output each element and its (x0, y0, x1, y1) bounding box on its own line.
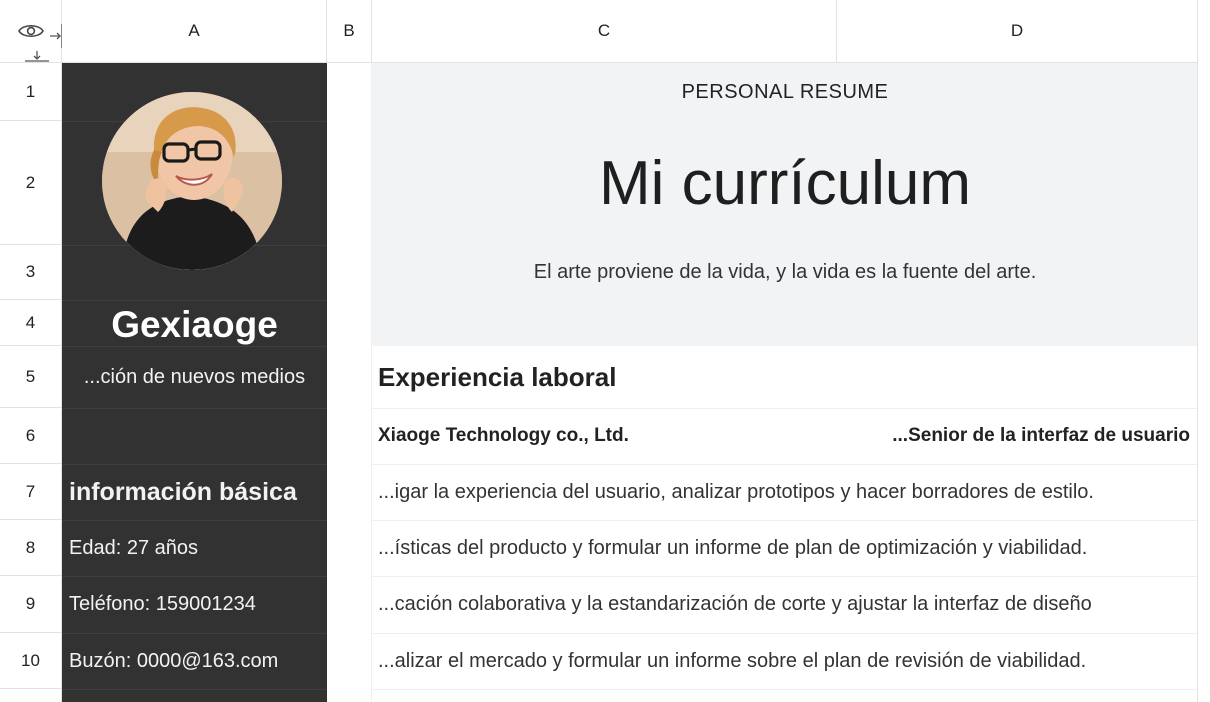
row-header-1[interactable]: 1 (0, 63, 62, 121)
basic-info-age[interactable]: Edad: 27 años (62, 520, 327, 576)
row-header-5[interactable]: 5 (0, 346, 62, 408)
row-header-2[interactable]: 2 (0, 121, 62, 245)
sheet-right-margin (1198, 0, 1210, 702)
basic-info-email[interactable]: Buzón: 0000@163.com (62, 633, 327, 689)
row-header-9[interactable]: 9 (0, 576, 62, 633)
experience-item[interactable]: ...ísticas del producto y formular un in… (378, 520, 1190, 576)
eye-icon[interactable] (18, 22, 44, 40)
column-header-d[interactable]: D (837, 0, 1198, 63)
column-b-cells[interactable] (327, 63, 372, 702)
column-header-c[interactable]: C (372, 0, 837, 63)
job-position[interactable]: ...Senior de la interfaz de usuario (830, 408, 1190, 464)
experience-item[interactable]: ...cación colaborativa y la estandarizac… (378, 576, 1190, 633)
resume-quote[interactable]: El arte proviene de la vida, y la vida e… (372, 245, 1198, 300)
row-header-7[interactable]: 7 (0, 464, 62, 520)
experience-title[interactable]: Experiencia laboral (378, 346, 1190, 408)
grid-line (62, 408, 327, 409)
profile-role[interactable]: ...ción de nuevos medios (62, 346, 327, 408)
profile-photo[interactable] (102, 92, 282, 270)
row-header-8[interactable]: 8 (0, 520, 62, 576)
experience-item[interactable]: ...igar la experiencia del usuario, anal… (378, 464, 1190, 520)
grid-line (372, 689, 1198, 690)
row-header-4[interactable]: 4 (0, 300, 62, 346)
grid-line (1197, 0, 1198, 702)
resume-label[interactable]: PERSONAL RESUME (372, 63, 1198, 121)
basic-info-title[interactable]: información básica (62, 464, 327, 520)
resume-heading[interactable]: Mi currículum (372, 121, 1198, 245)
column-header-b[interactable]: B (327, 0, 372, 63)
experience-item[interactable]: ...alizar el mercado y formular un infor… (378, 633, 1190, 689)
row-header-3[interactable]: 3 (0, 245, 62, 300)
row-header-11[interactable] (0, 689, 62, 702)
basic-info-phone[interactable]: Teléfono: 159001234 (62, 576, 327, 633)
profile-name[interactable]: Gexiaoge (62, 300, 327, 348)
column-header-a[interactable]: A (62, 0, 327, 63)
row-header-10[interactable]: 10 (0, 633, 62, 689)
row-header-6[interactable]: 6 (0, 408, 62, 464)
company-name[interactable]: Xiaoge Technology co., Ltd. (378, 408, 818, 464)
grid-line (62, 689, 327, 690)
